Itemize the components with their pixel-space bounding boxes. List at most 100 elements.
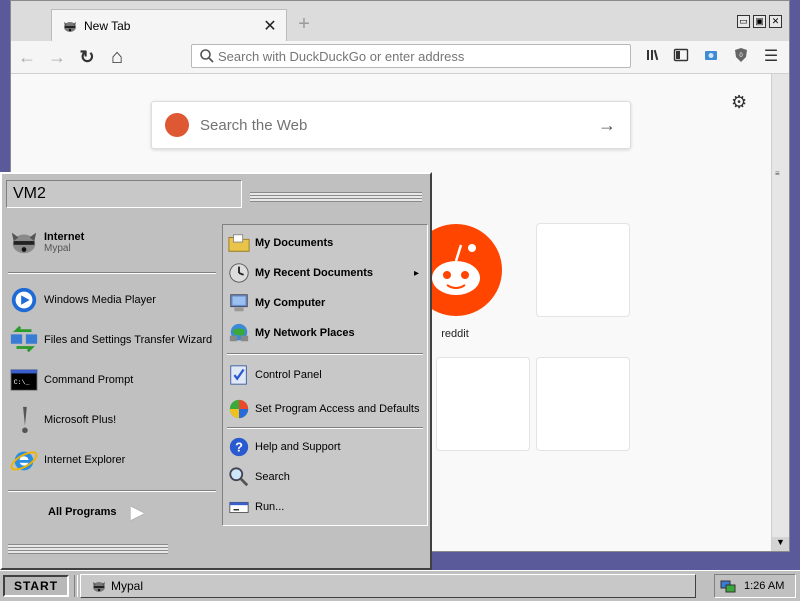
- start-menu-left-pane: Internet Mypal Windows Media Player File…: [4, 220, 218, 528]
- vertical-scrollbar[interactable]: ≡ ▼: [771, 74, 789, 551]
- pinned-title: Internet: [44, 230, 85, 243]
- transfer-wizard-icon: [8, 324, 40, 356]
- start-menu-right-pane: My Documents My Recent Documents ▸ My Co…: [222, 224, 428, 526]
- program-internet-explorer[interactable]: Internet Explorer: [8, 442, 218, 478]
- program-label: Internet Explorer: [44, 454, 126, 466]
- place-my-recent-documents[interactable]: My Recent Documents ▸: [227, 259, 423, 287]
- place-label: My Documents: [255, 237, 334, 249]
- pinned-internet[interactable]: Internet Mypal: [8, 224, 218, 260]
- help-icon: ?: [227, 435, 251, 459]
- place-label: My Recent Documents: [255, 267, 373, 279]
- search-submit-icon[interactable]: →: [598, 115, 616, 136]
- program-transfer-wizard[interactable]: Files and Settings Transfer Wizard: [8, 322, 218, 358]
- recent-docs-icon: [227, 261, 251, 285]
- forward-button[interactable]: →: [45, 45, 69, 69]
- screenshot-icon[interactable]: [701, 47, 721, 67]
- search-placeholder: Search the Web: [200, 116, 308, 134]
- duckduckgo-logo-icon: [165, 113, 189, 137]
- taskbar-button-mypal[interactable]: Mypal: [80, 574, 696, 598]
- start-button[interactable]: START: [3, 575, 69, 597]
- menu-icon[interactable]: ☰: [761, 47, 781, 67]
- place-my-computer[interactable]: My Computer: [227, 289, 423, 317]
- program-label: Windows Media Player: [44, 294, 156, 306]
- all-programs-button[interactable]: All Programs ▶: [44, 500, 214, 524]
- pinned-subtitle: Mypal: [44, 242, 71, 254]
- plus-icon: [8, 404, 40, 436]
- run-icon: [227, 495, 251, 519]
- place-my-network-places[interactable]: My Network Places: [227, 319, 423, 347]
- item-label: Control Panel: [255, 369, 322, 381]
- program-access-icon: [227, 397, 251, 421]
- place-my-documents[interactable]: My Documents: [227, 229, 423, 257]
- arrow-right-icon: ▶: [130, 501, 145, 522]
- raccoon-icon: [64, 21, 76, 32]
- url-bar[interactable]: [191, 44, 631, 68]
- item-run[interactable]: Run...: [227, 493, 423, 521]
- search-icon: [200, 49, 214, 63]
- tab-new-tab[interactable]: New Tab ✕: [51, 9, 287, 41]
- taskbar: START Mypal 1:26 AM: [0, 570, 800, 601]
- command-prompt-icon: C:\_: [8, 364, 40, 396]
- media-player-icon: [8, 284, 40, 316]
- submenu-arrow-icon: ▸: [413, 267, 419, 279]
- minimize-button[interactable]: ▭: [737, 15, 750, 28]
- item-label: Set Program Access and Defaults: [255, 403, 420, 415]
- scroll-grip[interactable]: ≡: [775, 169, 785, 178]
- item-set-program-access[interactable]: Set Program Access and Defaults: [227, 391, 423, 427]
- item-help-and-support[interactable]: ? Help and Support: [227, 433, 423, 461]
- svg-text:C:\_: C:\_: [14, 379, 30, 386]
- separator: [8, 490, 216, 492]
- empty-tile[interactable]: [436, 357, 530, 451]
- program-command-prompt[interactable]: C:\_ Command Prompt: [8, 362, 218, 398]
- home-button[interactable]: ⌂: [105, 45, 129, 69]
- svg-text:?: ?: [235, 440, 243, 455]
- raccoon-icon: [8, 226, 40, 258]
- navigation-toolbar: ← → ↻ ⌂ 0 ☰: [11, 41, 789, 74]
- clock[interactable]: 1:26 AM: [744, 580, 784, 592]
- back-button[interactable]: ←: [15, 45, 39, 69]
- network-tray-icon[interactable]: [720, 578, 736, 594]
- program-label: Files and Settings Transfer Wizard: [44, 334, 213, 346]
- user-name: VM2: [6, 180, 242, 208]
- item-control-panel[interactable]: Control Panel: [227, 361, 423, 389]
- folder-icon: [227, 231, 251, 255]
- separator: [8, 272, 216, 274]
- taskbar-divider: [74, 575, 78, 597]
- tab-title: New Tab: [84, 18, 131, 33]
- footer-ridge: [8, 544, 168, 554]
- program-label: Command Prompt: [44, 374, 134, 386]
- close-window-button[interactable]: ✕: [769, 15, 782, 28]
- computer-icon: [227, 291, 251, 315]
- separator: [227, 353, 423, 355]
- reload-button[interactable]: ↻: [75, 45, 99, 69]
- scroll-down-arrow-icon[interactable]: ▼: [772, 537, 789, 551]
- settings-gear-icon[interactable]: ⚙: [731, 92, 747, 113]
- internet-explorer-icon: [8, 444, 40, 476]
- empty-tile[interactable]: [536, 223, 630, 317]
- tab-strip: New Tab ✕ + ▭ ▣ ✕: [11, 1, 789, 42]
- new-tab-button[interactable]: +: [293, 13, 315, 35]
- system-tray: 1:26 AM: [714, 574, 796, 598]
- web-search-box[interactable]: Search the Web →: [151, 101, 631, 149]
- library-icon[interactable]: [643, 47, 663, 67]
- item-search[interactable]: Search: [227, 463, 423, 491]
- header-ridge: [250, 192, 422, 202]
- program-label: Microsoft Plus!: [44, 414, 117, 426]
- close-tab-icon[interactable]: ✕: [260, 16, 280, 36]
- start-menu: VM2 Internet Mypal Windows Media Player …: [0, 172, 432, 570]
- empty-tile[interactable]: [536, 357, 630, 451]
- program-windows-media-player[interactable]: Windows Media Player: [8, 282, 218, 318]
- control-panel-icon: [227, 363, 251, 387]
- url-input[interactable]: [216, 47, 630, 65]
- program-microsoft-plus[interactable]: Microsoft Plus!: [8, 402, 218, 438]
- raccoon-icon: [93, 582, 105, 592]
- item-label: Run...: [255, 501, 285, 513]
- network-icon: [227, 321, 251, 345]
- maximize-button[interactable]: ▣: [753, 15, 766, 28]
- item-label: Help and Support: [255, 441, 341, 453]
- start-menu-footer: [4, 532, 428, 566]
- search-icon: [227, 465, 251, 489]
- sidebar-icon[interactable]: [671, 47, 691, 67]
- task-label: Mypal: [111, 579, 144, 593]
- ublock-icon[interactable]: 0: [731, 47, 751, 67]
